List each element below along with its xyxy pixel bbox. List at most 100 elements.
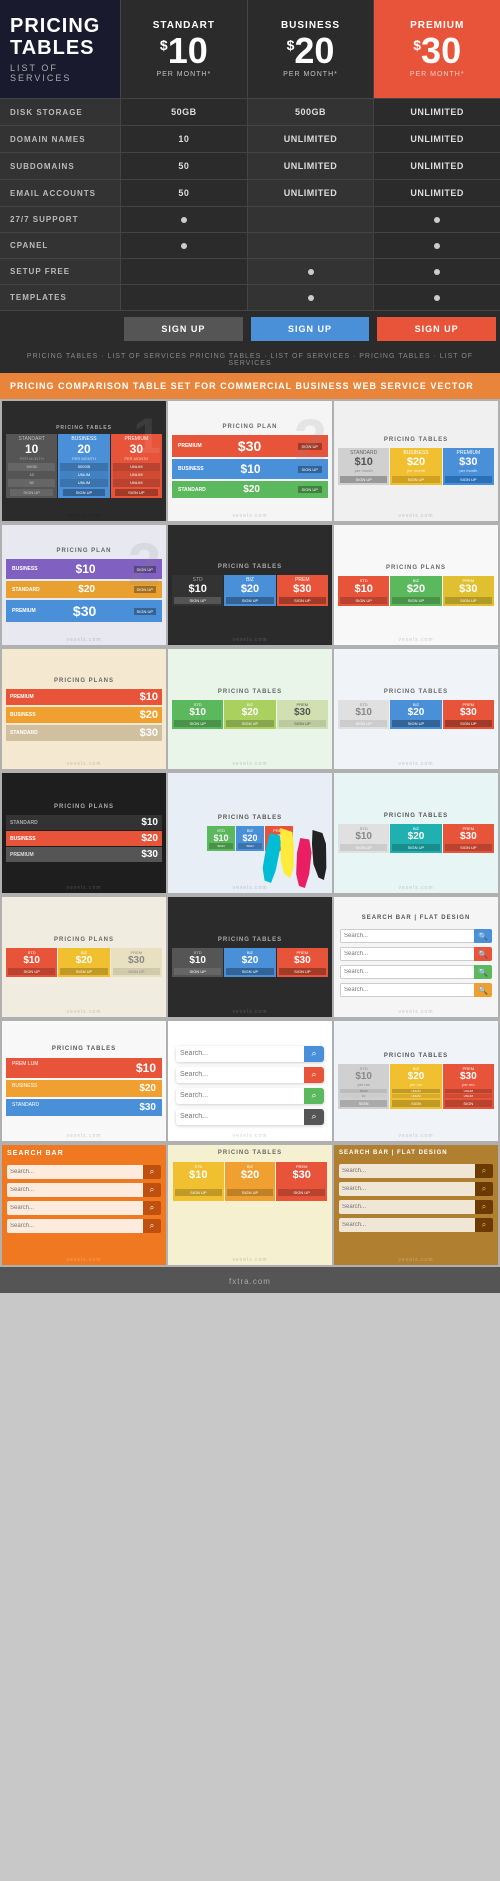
mini-signup[interactable]: SIGN UP [392,844,439,851]
signup-button-business[interactable]: SIGN UP [251,317,370,341]
mini-signup[interactable]: SIGN UP [445,476,492,483]
search-button[interactable]: ⌕ [475,1164,493,1178]
mini-signup[interactable]: SIGN UP [298,466,322,473]
search-input[interactable] [176,1067,304,1083]
search-input[interactable] [176,1046,304,1062]
mini-signup[interactable]: SIGN UP [298,443,322,450]
search-input[interactable] [339,1218,475,1232]
mini-signup[interactable]: SIGN UP [340,844,387,851]
search-button[interactable]: ⌕ [304,1067,324,1083]
search-input[interactable] [7,1183,143,1197]
search-input[interactable] [176,1109,304,1125]
mini-signup[interactable]: SIGN UP [445,597,492,604]
search-button[interactable]: ⌕ [304,1046,324,1062]
mini-signup[interactable]: SIGN UP [340,476,387,483]
mini-signup[interactable]: SIGN UP [279,720,326,727]
search-button[interactable]: 🔍 [474,929,492,943]
plan-header-standard: STANDART $ 10 PER MONTH* [120,0,247,98]
plan-period-business: PER MONTH* [283,71,338,78]
mini-signup[interactable]: SIGN [445,1100,492,1107]
search-button[interactable]: ⌕ [143,1183,161,1197]
mini-signup[interactable]: SIGN UP [392,476,439,483]
search-button[interactable]: ⌕ [475,1182,493,1196]
search-button[interactable]: 🔍 [474,965,492,979]
search-input[interactable] [7,1165,143,1179]
mini-signup[interactable]: SIGN UP [115,489,158,496]
search-button[interactable]: ⌕ [304,1088,324,1104]
mini-signup[interactable]: SIGN [340,1100,387,1107]
mini-signup[interactable]: SIGN [209,843,233,849]
mini-signup[interactable]: SIGN [392,1100,439,1107]
signup-button-premium[interactable]: SIGN UP [377,317,496,341]
cell-std: 10 [120,126,247,152]
mini-signup[interactable]: SIGN UP [8,968,55,975]
search-input[interactable] [339,1164,475,1178]
mini-signup[interactable]: SIGN UP [392,720,439,727]
signup-buttons-row: SIGN UP SIGN UP SIGN UP [0,310,500,347]
search-input[interactable] [176,1088,304,1104]
feature-label: SUBDOMAINS [0,153,120,179]
dot-icon [434,217,440,223]
thumb-gold-search: SEARCH BAR | FLAT DESIGN ⌕ ⌕ ⌕ ⌕ vexels.… [334,1145,498,1265]
search-button[interactable]: ⌕ [143,1219,161,1233]
mini-signup[interactable]: SIGN UP [174,720,221,727]
signup-button-standard[interactable]: SIGN UP [124,317,243,341]
dot-icon [308,269,314,275]
thumbnail-1: 1 PRICING TABLES STANDART 10 PER MONTH 5… [2,401,166,521]
search-input[interactable] [339,1200,475,1214]
search-input[interactable] [340,983,474,997]
brand-subtitle: LIST OF SERVICES [10,63,110,83]
search-button[interactable]: ⌕ [475,1200,493,1214]
mini-signup[interactable]: SIGN UP [226,968,273,975]
cell-biz: 500GB [247,99,374,125]
search-input[interactable] [339,1182,475,1196]
mini-signup[interactable]: SIGN UP [278,1189,325,1196]
mini-signup[interactable]: SIGN UP [175,1189,222,1196]
search-input[interactable] [7,1201,143,1215]
search-button[interactable]: 🔍 [474,947,492,961]
mini-signup[interactable]: SIGN UP [445,844,492,851]
mini-signup[interactable]: SIGN UP [174,597,221,604]
mini-signup[interactable]: SIGN UP [174,968,221,975]
mini-signup[interactable]: SIGN UP [10,489,53,496]
mini-signup[interactable]: SIGN UP [445,720,492,727]
cell-std: 50 [120,180,247,206]
btn-cells: SIGN UP SIGN UP SIGN UP [120,311,500,347]
cell-std: 50GB [120,99,247,125]
mini-signup[interactable]: SIGN UP [298,486,322,493]
mini-signup[interactable]: SIGN UP [340,597,387,604]
cell-std [120,285,247,310]
search-button[interactable]: ⌕ [143,1165,161,1179]
mini-signup[interactable]: SIGN [238,843,262,849]
mini-signup[interactable]: SIGN UP [340,720,387,727]
search-button[interactable]: ⌕ [304,1109,324,1125]
cell-biz [247,259,374,284]
mini-signup[interactable]: SIGN UP [392,597,439,604]
mini-signup[interactable]: SIGN UP [60,968,107,975]
mini-signup[interactable]: SIGN UP [134,608,156,615]
search-input[interactable] [340,929,474,943]
price-amount-standard: 10 [168,33,208,69]
mini-signup[interactable]: SIGN UP [226,597,273,604]
mini-signup[interactable]: SIGN UP [134,566,156,573]
mini-signup[interactable]: SIGN UP [279,597,326,604]
feature-values: 50GB 500GB UNLIMITED [120,99,500,125]
search-input[interactable] [340,947,474,961]
search-button[interactable]: ⌕ [143,1201,161,1215]
mini-signup[interactable]: SIGN UP [226,720,273,727]
search-button[interactable]: 🔍 [474,983,492,997]
table-row: DISK STORAGE 50GB 500GB UNLIMITED [0,98,500,125]
mini-signup[interactable]: SIGN UP [134,586,156,593]
dot-icon [308,295,314,301]
search-input[interactable] [7,1219,143,1233]
thumb-title-1: PRICING TABLES [56,425,112,431]
search-input[interactable] [340,965,474,979]
mini-signup[interactable]: SIGN UP [63,489,106,496]
mini-signup[interactable]: SIGN UP [279,968,326,975]
thumbnails-grid-row1: 1 PRICING TABLES STANDART 10 PER MONTH 5… [0,399,500,523]
plan-price-business: $ 20 [287,33,335,69]
mini-signup[interactable]: SIGN UP [113,968,160,975]
search-button[interactable]: ⌕ [475,1218,493,1232]
mini-signup[interactable]: SIGN UP [227,1189,274,1196]
thumb-yellow-pricing: PRICING TABLES STD $10 SIGN UP BIZ $20 S… [168,1145,332,1265]
